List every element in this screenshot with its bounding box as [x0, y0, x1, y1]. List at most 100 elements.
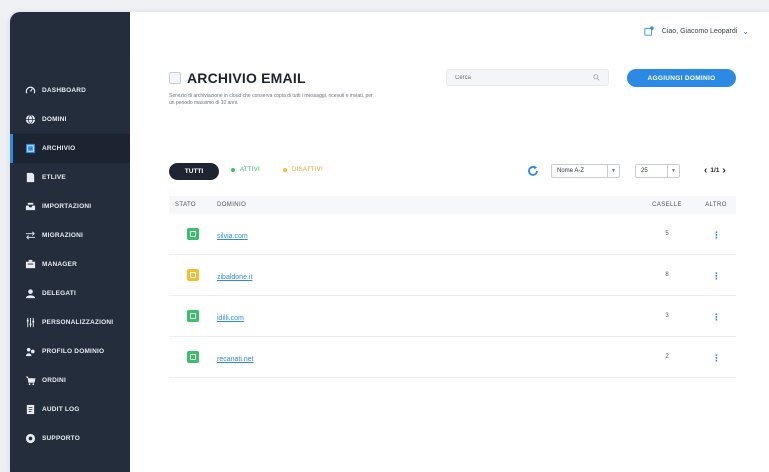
main-content: ARCHIVIO EMAIL Servizio di archiviazione… — [130, 54, 769, 472]
sidebar-item-supporto[interactable]: SUPPORTO — [10, 424, 130, 453]
sidebar-item-manager[interactable]: MANAGER — [10, 250, 130, 279]
manager-icon — [25, 259, 36, 270]
status-disabled-icon — [187, 269, 199, 281]
sidebar-item-label: DOMINI — [42, 116, 67, 123]
page-subtitle: Servizio di archiviazione in cloud che c… — [169, 93, 373, 106]
page-header: ARCHIVIO EMAIL — [169, 70, 306, 86]
sidebar-item-archivio[interactable]: ARCHIVIO — [10, 134, 130, 163]
pagination: ‹ 1/1 › — [701, 165, 729, 176]
archive-title-icon — [169, 72, 181, 84]
active-dot-icon — [231, 168, 235, 172]
refresh-icon[interactable] — [526, 164, 540, 178]
more-options-icon[interactable]: ⋮ — [712, 271, 721, 281]
page-size-select[interactable]: 25 ▼ — [635, 164, 680, 178]
mailbox-count: 8 — [665, 272, 669, 278]
page-title: ARCHIVIO EMAIL — [187, 70, 306, 86]
chevron-right-icon[interactable]: › — [719, 165, 728, 176]
search-icon[interactable] — [593, 74, 600, 81]
sidebar-item-profilo-dominio[interactable]: PROFILO DOMINIO — [10, 337, 130, 366]
sidebar-item-label: SUPPORTO — [42, 435, 80, 442]
arrows-icon — [25, 230, 36, 241]
page-size-value: 25 — [641, 168, 648, 174]
log-icon — [25, 404, 36, 415]
chevron-down-icon: ▼ — [667, 165, 679, 177]
filter-disabled-label: DISATTIVI — [292, 167, 323, 173]
sidebar-item-label: DELEGATI — [42, 290, 76, 297]
users-icon — [25, 288, 36, 299]
app-window: DASHBOARD DOMINI ARCHIVIO ETLIVE IMPORTA… — [10, 12, 769, 472]
header-dominio[interactable]: DOMINIO — [207, 202, 638, 208]
globe-icon — [25, 114, 36, 125]
sort-select[interactable]: Nome A-Z ▼ — [551, 164, 620, 178]
topbar: Ciao, Giacomo Leopardi ⌄ — [130, 12, 769, 54]
sidebar-item-importazioni[interactable]: IMPORTAZIONI — [10, 192, 130, 221]
sidebar-item-label: AUDIT LOG — [42, 406, 80, 413]
filter-active-button[interactable]: ATTIVI — [231, 167, 260, 173]
domain-link[interactable]: recanati.net — [217, 356, 254, 363]
table-header: STATO DOMINIO CASELLE ALTRO — [169, 196, 736, 214]
sidebar-item-personalizzazioni[interactable]: PERSONALIZZAZIONI — [10, 308, 130, 337]
sidebar-item-audit-log[interactable]: AUDIT LOG — [10, 395, 130, 424]
user-menu[interactable]: Ciao, Giacomo Leopardi ⌄ — [644, 26, 749, 36]
sidebar-item-label: ARCHIVIO — [42, 145, 76, 152]
header-stato[interactable]: STATO — [169, 202, 207, 208]
filter-all-button[interactable]: TUTTI — [169, 163, 219, 180]
sidebar-item-label: DASHBOARD — [42, 87, 87, 94]
mailbox-count: 3 — [665, 313, 669, 319]
filter-active-label: ATTIVI — [240, 167, 261, 173]
table-row: idilli.com 3 ⋮ — [169, 296, 736, 337]
sidebar-item-etlive[interactable]: ETLIVE — [10, 163, 130, 192]
mailbox-count: 2 — [665, 354, 669, 360]
filter-bar: TUTTI ATTIVI DISATTIVI Nome A-Z ▼ 25 ▼ ‹… — [169, 163, 736, 181]
chevron-left-icon[interactable]: ‹ — [701, 165, 710, 176]
cart-icon — [25, 375, 36, 386]
filter-disabled-button[interactable]: DISATTIVI — [283, 167, 323, 173]
gauge-icon — [25, 85, 36, 96]
more-options-icon[interactable]: ⋮ — [712, 353, 721, 363]
inbox-icon — [25, 201, 36, 212]
profile-icon — [25, 346, 36, 357]
support-icon — [25, 433, 36, 444]
sidebar-item-ordini[interactable]: ORDINI — [10, 366, 130, 395]
chevron-down-icon[interactable]: ⌄ — [742, 27, 749, 36]
document-icon — [25, 172, 36, 183]
page-indicator: 1/1 — [710, 167, 720, 174]
search-input[interactable] — [455, 74, 575, 81]
table-row: recanati.net 2 ⋮ — [169, 337, 736, 378]
sidebar-item-label: PROFILO DOMINIO — [42, 348, 105, 355]
sidebar-item-label: ORDINI — [42, 377, 66, 384]
status-active-icon — [187, 310, 199, 322]
sort-select-value: Nome A-Z — [557, 168, 585, 174]
domain-link[interactable]: zibaldone.it — [217, 274, 252, 281]
sidebar-nav: DASHBOARD DOMINI ARCHIVIO ETLIVE IMPORTA… — [10, 76, 130, 453]
mailbox-count: 5 — [665, 231, 669, 237]
sidebar-item-label: PERSONALIZZAZIONI — [42, 319, 114, 326]
sidebar-item-domini[interactable]: DOMINI — [10, 105, 130, 134]
domain-link[interactable]: silvia.com — [217, 233, 248, 240]
table-row: zibaldone.it 8 ⋮ — [169, 255, 736, 296]
chevron-down-icon: ▼ — [607, 165, 619, 177]
sidebar-item-label: IMPORTAZIONI — [42, 203, 92, 210]
add-domain-button[interactable]: AGGIUNGI DOMINIO — [627, 69, 736, 87]
domains-table: STATO DOMINIO CASELLE ALTRO silvia.com 5… — [169, 196, 736, 378]
sidebar: DASHBOARD DOMINI ARCHIVIO ETLIVE IMPORTA… — [10, 12, 130, 472]
sidebar-item-label: MANAGER — [42, 261, 77, 268]
sidebar-item-label: MIGRAZIONI — [42, 232, 83, 239]
more-options-icon[interactable]: ⋮ — [712, 312, 721, 322]
table-row: silvia.com 5 ⋮ — [169, 214, 736, 255]
search-box[interactable] — [446, 69, 609, 86]
more-options-icon[interactable]: ⋮ — [712, 230, 721, 240]
user-greeting: Ciao, Giacomo Leopardi — [661, 27, 738, 35]
sidebar-item-label: ETLIVE — [42, 174, 66, 181]
domain-link[interactable]: idilli.com — [217, 315, 244, 322]
header-caselle[interactable]: CASELLE — [638, 202, 696, 208]
notification-icon[interactable] — [644, 26, 654, 36]
sidebar-item-dashboard[interactable]: DASHBOARD — [10, 76, 130, 105]
archive-icon — [25, 143, 36, 154]
status-active-icon — [187, 228, 199, 240]
sidebar-item-delegati[interactable]: DELEGATI — [10, 279, 130, 308]
sliders-icon — [25, 317, 36, 328]
header-altro: ALTRO — [705, 202, 727, 208]
disabled-dot-icon — [283, 168, 287, 172]
sidebar-item-migrazioni[interactable]: MIGRAZIONI — [10, 221, 130, 250]
